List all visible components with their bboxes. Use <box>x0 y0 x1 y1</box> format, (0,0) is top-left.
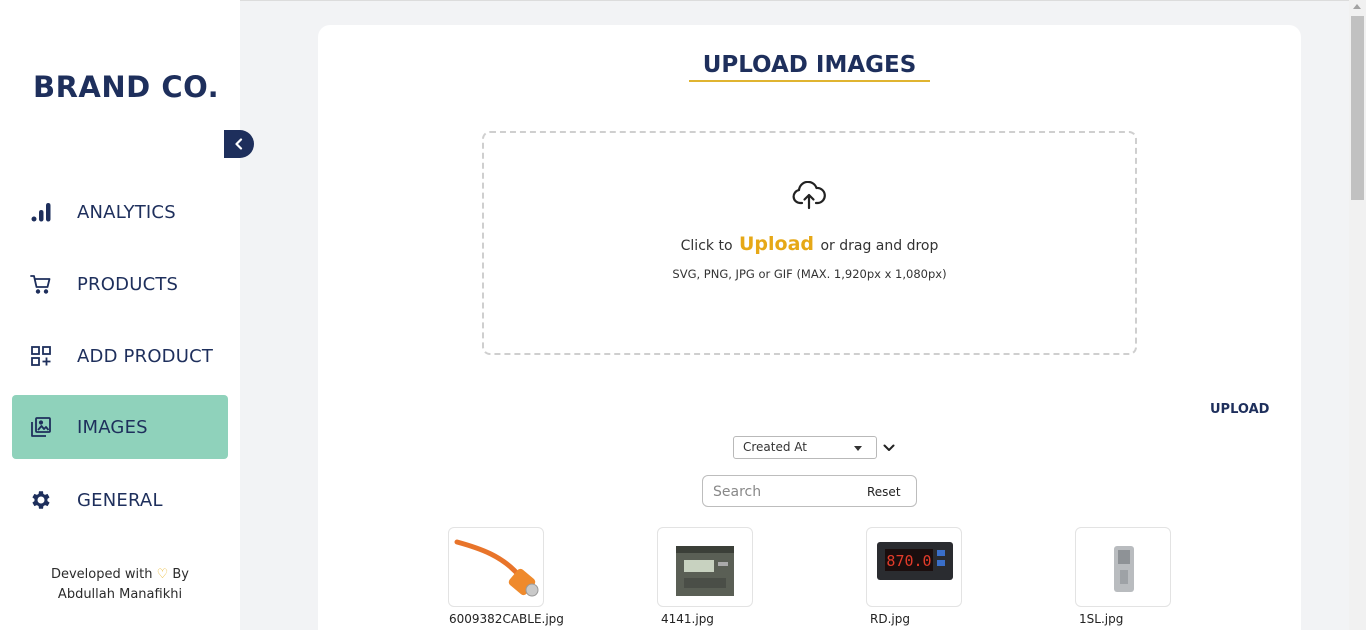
sort-order-toggle[interactable] <box>882 440 896 454</box>
chevron-down-icon <box>883 444 895 451</box>
sort-selected-value: Created At <box>743 440 808 454</box>
sidebar-item-label: ADD PRODUCT <box>77 345 214 367</box>
image-thumbnail[interactable] <box>448 527 544 607</box>
image-thumbnail[interactable] <box>657 527 753 607</box>
sidebar-item-label: ANALYTICS <box>77 201 176 223</box>
dropzone-suffix: or drag and drop <box>820 238 939 254</box>
sidebar-item-products[interactable]: PRODUCTS <box>12 252 228 316</box>
sort-select[interactable]: Created At <box>733 436 877 459</box>
footer-by: By <box>172 567 190 582</box>
upload-dropzone[interactable]: Click to Upload or drag and drop SVG, PN… <box>482 131 1137 355</box>
scrollbar-thumb[interactable] <box>1351 16 1364 200</box>
reset-button[interactable]: Reset <box>867 485 901 499</box>
brand-logo: BRAND CO. <box>33 70 220 104</box>
image-filename: RD.jpg <box>870 612 910 626</box>
sidebar-item-add-product[interactable]: ADD PRODUCT <box>12 324 228 388</box>
image-filename: 4141.jpg <box>661 612 714 626</box>
top-divider <box>240 0 1350 1</box>
chevron-left-icon <box>235 138 243 150</box>
heart-icon: ♡ <box>156 567 169 582</box>
scroll-up-arrow-icon[interactable] <box>1353 4 1361 9</box>
image-thumbnail[interactable] <box>1075 527 1171 607</box>
title-underline <box>689 80 930 82</box>
upload-link[interactable]: Upload <box>739 233 814 255</box>
add-grid-icon <box>29 344 53 368</box>
sidebar-item-analytics[interactable]: ANALYTICS <box>12 180 228 244</box>
sidebar-item-general[interactable]: GENERAL <box>12 468 228 532</box>
sidebar-footer: Developed with ♡ By Abdullah Manafikhi <box>0 565 240 605</box>
footer-author: Abdullah Manafikhi <box>57 587 183 602</box>
image-thumbnail[interactable]: 870.0 <box>866 527 962 607</box>
sidebar-collapse-button[interactable] <box>224 130 254 158</box>
sidebar: BRAND CO. ANALYTICS PRODUCTS ADD PRODUCT… <box>0 0 240 630</box>
dropzone-prefix: Click to <box>680 238 733 254</box>
caret-down-icon <box>854 446 862 451</box>
sidebar-item-label: PRODUCTS <box>77 273 179 295</box>
svg-text:870.0: 870.0 <box>886 552 931 570</box>
bar-chart-icon <box>29 200 53 224</box>
digital-display-image: 870.0 <box>877 542 953 580</box>
cloud-upload-icon <box>791 180 827 215</box>
dropzone-hint: SVG, PNG, JPG or GIF (MAX. 1,920px x 1,0… <box>672 267 947 281</box>
image-filename: 1SL.jpg <box>1079 612 1124 626</box>
page-title: UPLOAD IMAGES <box>702 52 917 78</box>
search-box: Reset <box>702 475 917 507</box>
gear-icon <box>29 488 53 512</box>
sidebar-item-images[interactable]: IMAGES <box>12 395 228 459</box>
images-icon <box>29 415 53 439</box>
search-input[interactable] <box>713 482 853 502</box>
sidebar-item-label: GENERAL <box>77 489 163 511</box>
relay-module-image <box>1114 546 1134 592</box>
footer-prefix: Developed with <box>50 567 153 582</box>
page-scrollbar[interactable] <box>1349 0 1366 630</box>
cart-icon <box>29 272 53 296</box>
cable-connector-image <box>454 539 539 597</box>
controller-device-image <box>676 546 734 596</box>
image-filename: 6009382CABLE.jpg <box>449 612 564 626</box>
upload-button[interactable]: UPLOAD <box>1210 402 1269 417</box>
sidebar-item-label: IMAGES <box>77 416 148 438</box>
dropzone-instruction: Click to Upload or drag and drop <box>484 233 1135 255</box>
